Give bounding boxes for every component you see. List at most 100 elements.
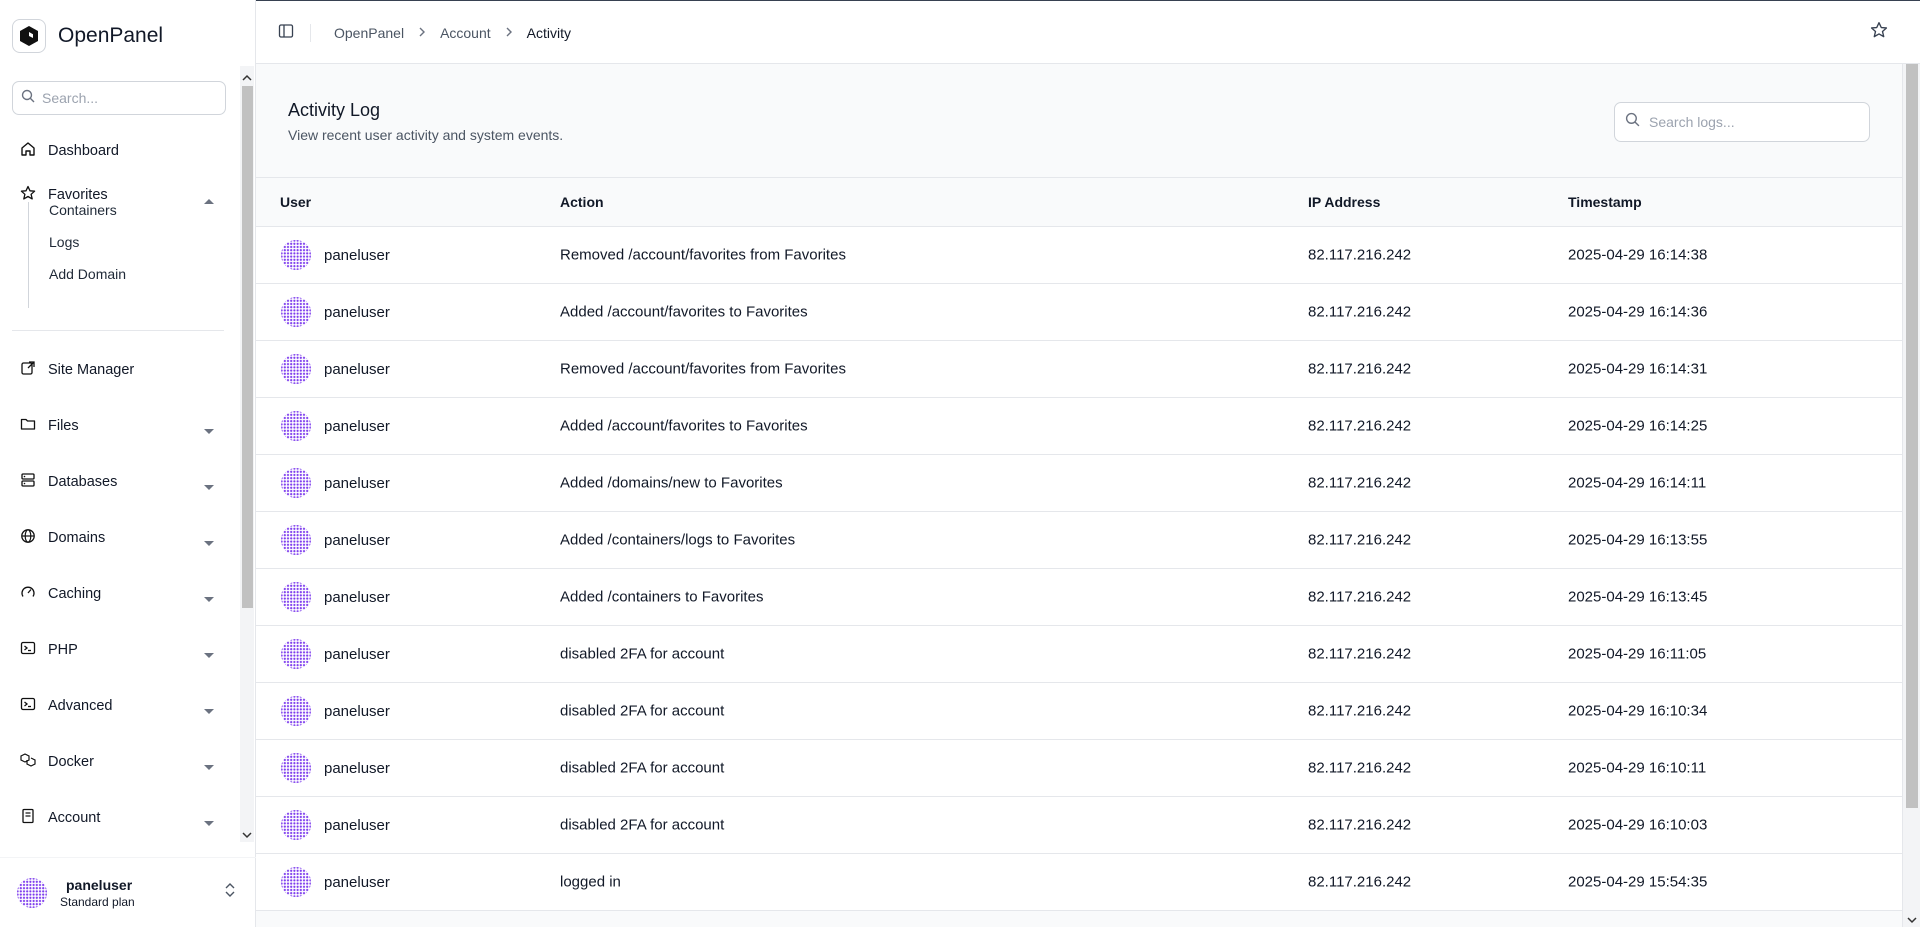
cell-action: Added /account/favorites to Favorites — [560, 417, 808, 435]
sidebar-scrollbar-thumb[interactable] — [242, 86, 253, 608]
scroll-down-arrow-icon[interactable] — [1907, 911, 1917, 924]
cell-user-name: paneluser — [324, 645, 390, 663]
sidebar-item-label: Site Manager — [48, 362, 135, 378]
table-row[interactable]: paneluser Added /account/favorites to Fav… — [256, 284, 1902, 341]
user-info: paneluser Standard plan — [60, 877, 135, 909]
chevron-right-icon — [418, 25, 426, 41]
table-row[interactable]: paneluser Removed /account/favorites from… — [256, 227, 1902, 284]
column-header-action: Action — [560, 194, 604, 210]
sidebar: OpenPanel Dashboard Favorites Containers… — [0, 0, 256, 927]
table-row[interactable]: paneluser Added /account/favorites to Fav… — [256, 398, 1902, 455]
cell-timestamp: 2025-04-29 16:10:34 — [1568, 702, 1708, 720]
sidebar-item-caching[interactable]: Caching — [12, 577, 218, 611]
sidebar-item-label: Databases — [48, 474, 118, 490]
chevron-down-icon — [204, 479, 214, 495]
sidebar-toggle-icon[interactable] — [278, 23, 294, 44]
column-header-ip-address: IP Address — [1308, 194, 1381, 210]
main-scrollbar-thumb[interactable] — [1906, 64, 1918, 808]
main-scrollbar[interactable] — [1902, 64, 1920, 927]
table-body: paneluser Removed /account/favorites from… — [256, 227, 1902, 911]
table-row[interactable]: paneluser disabled 2FA for account 82.117.… — [256, 740, 1902, 797]
user-avatar — [281, 411, 311, 441]
cell-action: logged in — [560, 873, 621, 891]
table-row[interactable]: paneluser logged in 82.117.216.242 2025-04-… — [256, 854, 1902, 911]
sidebar-item-site-manager[interactable]: Site Manager — [12, 353, 218, 387]
chevron-down-icon — [204, 703, 214, 719]
user-avatar — [17, 877, 47, 908]
column-header-user: User — [280, 194, 312, 210]
log-search-input[interactable] — [1649, 114, 1859, 130]
cell-timestamp: 2025-04-29 16:14:25 — [1568, 417, 1708, 435]
sidebar-scrollbar[interactable] — [240, 66, 254, 842]
column-header-timestamp: Timestamp — [1568, 194, 1642, 210]
notebook-icon — [20, 808, 36, 828]
cell-timestamp: 2025-04-29 16:10:03 — [1568, 816, 1708, 834]
table-row[interactable]: paneluser disabled 2FA for account 82.117.… — [256, 797, 1902, 854]
cell-action: disabled 2FA for account — [560, 816, 725, 834]
cell-ip-address: 82.117.216.242 — [1308, 702, 1412, 720]
breadcrumb-openpanel[interactable]: OpenPanel — [334, 25, 404, 41]
topbar-divider — [310, 24, 311, 42]
cell-user: paneluser — [280, 752, 390, 784]
chevron-down-icon — [204, 647, 214, 663]
page-subtitle: View recent user activity and system eve… — [288, 127, 564, 143]
cell-timestamp: 2025-04-29 16:13:55 — [1568, 531, 1708, 549]
cell-user-name: paneluser — [324, 360, 390, 378]
user-avatar — [281, 696, 311, 726]
terminal-icon — [20, 696, 36, 716]
chevron-down-icon — [204, 535, 214, 551]
cell-timestamp: 2025-04-29 16:11:05 — [1568, 645, 1707, 663]
table-row[interactable]: paneluser disabled 2FA for account 82.117.… — [256, 683, 1902, 740]
table-row[interactable]: paneluser Added /containers/logs to Favor… — [256, 512, 1902, 569]
gauge-icon — [20, 584, 36, 604]
sidebar-item-domains[interactable]: Domains — [12, 521, 218, 555]
sidebar-item-docker[interactable]: Docker — [12, 745, 218, 779]
cell-user-name: paneluser — [324, 588, 390, 606]
table-row[interactable]: paneluser Removed /account/favorites from… — [256, 341, 1902, 398]
table-header: User Action IP Address Timestamp — [256, 178, 1902, 227]
sidebar-item-databases[interactable]: Databases — [12, 465, 218, 499]
cell-user-name: paneluser — [324, 303, 390, 321]
chevrons-up-down-icon[interactable] — [224, 882, 236, 903]
scroll-down-arrow-icon[interactable] — [242, 826, 252, 839]
user-avatar — [281, 810, 311, 840]
scroll-up-arrow-icon[interactable] — [242, 69, 252, 81]
sidebar-item-account[interactable]: Account — [12, 801, 218, 835]
page-title: Activity Log — [288, 100, 381, 120]
cell-action: disabled 2FA for account — [560, 759, 725, 777]
cell-action: Added /account/favorites to Favorites — [560, 303, 808, 321]
breadcrumb-account[interactable]: Account — [440, 25, 491, 41]
cell-user-name: paneluser — [324, 531, 390, 549]
activity-table: User Action IP Address Timestamp panelus… — [256, 177, 1902, 911]
cell-timestamp: 2025-04-29 16:10:11 — [1568, 759, 1707, 777]
chevron-right-icon — [505, 25, 513, 41]
cell-timestamp: 2025-04-29 16:14:36 — [1568, 303, 1708, 321]
table-row[interactable]: paneluser disabled 2FA for account 82.117.… — [256, 626, 1902, 683]
database-icon — [20, 472, 36, 492]
cell-user-name: paneluser — [324, 474, 390, 492]
sidebar-item-files[interactable]: Files — [12, 409, 218, 443]
cell-ip-address: 82.117.216.242 — [1308, 246, 1412, 264]
cell-timestamp: 2025-04-29 16:14:31 — [1568, 360, 1708, 378]
sidebar-item-advanced[interactable]: Advanced — [12, 689, 218, 723]
globe-icon — [20, 528, 36, 548]
cell-user-name: paneluser — [324, 417, 390, 435]
page-header: Activity Log View recent user activity a… — [288, 100, 563, 143]
cell-action: disabled 2FA for account — [560, 702, 725, 720]
user-menu[interactable]: paneluser Standard plan — [0, 857, 256, 927]
user-avatar — [281, 639, 311, 669]
favorite-star-icon[interactable] — [1870, 21, 1888, 44]
cell-user-name: paneluser — [324, 702, 390, 720]
table-row[interactable]: paneluser Added /domains/new to Favorites… — [256, 455, 1902, 512]
cell-action: Removed /account/favorites from Favorite… — [560, 360, 846, 378]
cell-timestamp: 2025-04-29 15:54:35 — [1568, 873, 1708, 891]
table-row[interactable]: paneluser Added /containers to Favorites 8… — [256, 569, 1902, 626]
sidebar-item-php[interactable]: PHP — [12, 633, 218, 667]
cell-user: paneluser — [280, 866, 390, 898]
cell-action: Added /domains/new to Favorites — [560, 474, 783, 492]
user-avatar — [281, 468, 311, 498]
log-search[interactable] — [1614, 102, 1870, 142]
cell-user-name: paneluser — [324, 759, 390, 777]
search-icon — [1625, 112, 1640, 132]
top-bar: OpenPanel Account Activity — [256, 0, 1920, 64]
